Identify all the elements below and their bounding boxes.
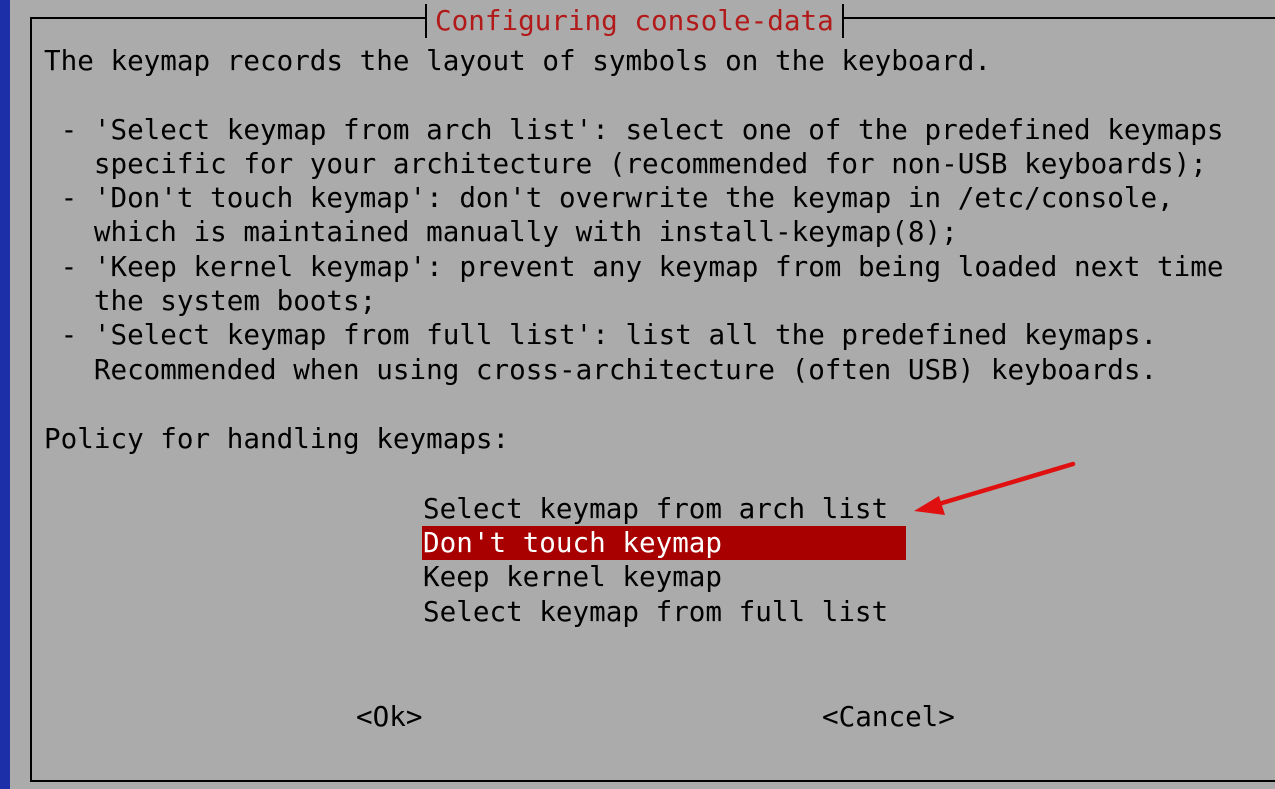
description-line: - 'Select keymap from full list': list a…	[44, 318, 1158, 351]
description-line: Recommended when using cross-architectur…	[44, 353, 1158, 386]
description-line: - 'Select keymap from arch list': select…	[44, 112, 1224, 146]
keymap-policy-menu[interactable]: Select keymap from arch list Don't touch…	[422, 492, 906, 629]
description-line: which is maintained manually with instal…	[44, 215, 958, 248]
description-line: the system boots;	[44, 284, 377, 317]
menu-item-keep-kernel-keymap[interactable]: Keep kernel keymap	[422, 560, 906, 594]
menu-item-select-full-list[interactable]: Select keymap from full list	[422, 595, 906, 629]
dialog-title-box: Configuring console-data	[425, 4, 844, 38]
description-line: specific for your architecture (recommen…	[44, 146, 1207, 180]
description-line: The keymap records the layout of symbols…	[44, 44, 991, 77]
cancel-button[interactable]: <Cancel>	[822, 700, 955, 734]
description-line: - 'Don't touch keymap': don't overwrite …	[44, 181, 1174, 214]
policy-prompt: Policy for handling keymaps:	[44, 422, 510, 455]
dialog-title: Configuring console-data	[435, 4, 834, 37]
menu-item-dont-touch-keymap[interactable]: Don't touch keymap	[422, 526, 906, 561]
description-line: - 'Keep kernel keymap': prevent any keym…	[44, 250, 1224, 283]
menu-item-select-arch-list[interactable]: Select keymap from arch list	[422, 492, 906, 526]
ok-button[interactable]: <Ok>	[356, 700, 422, 734]
